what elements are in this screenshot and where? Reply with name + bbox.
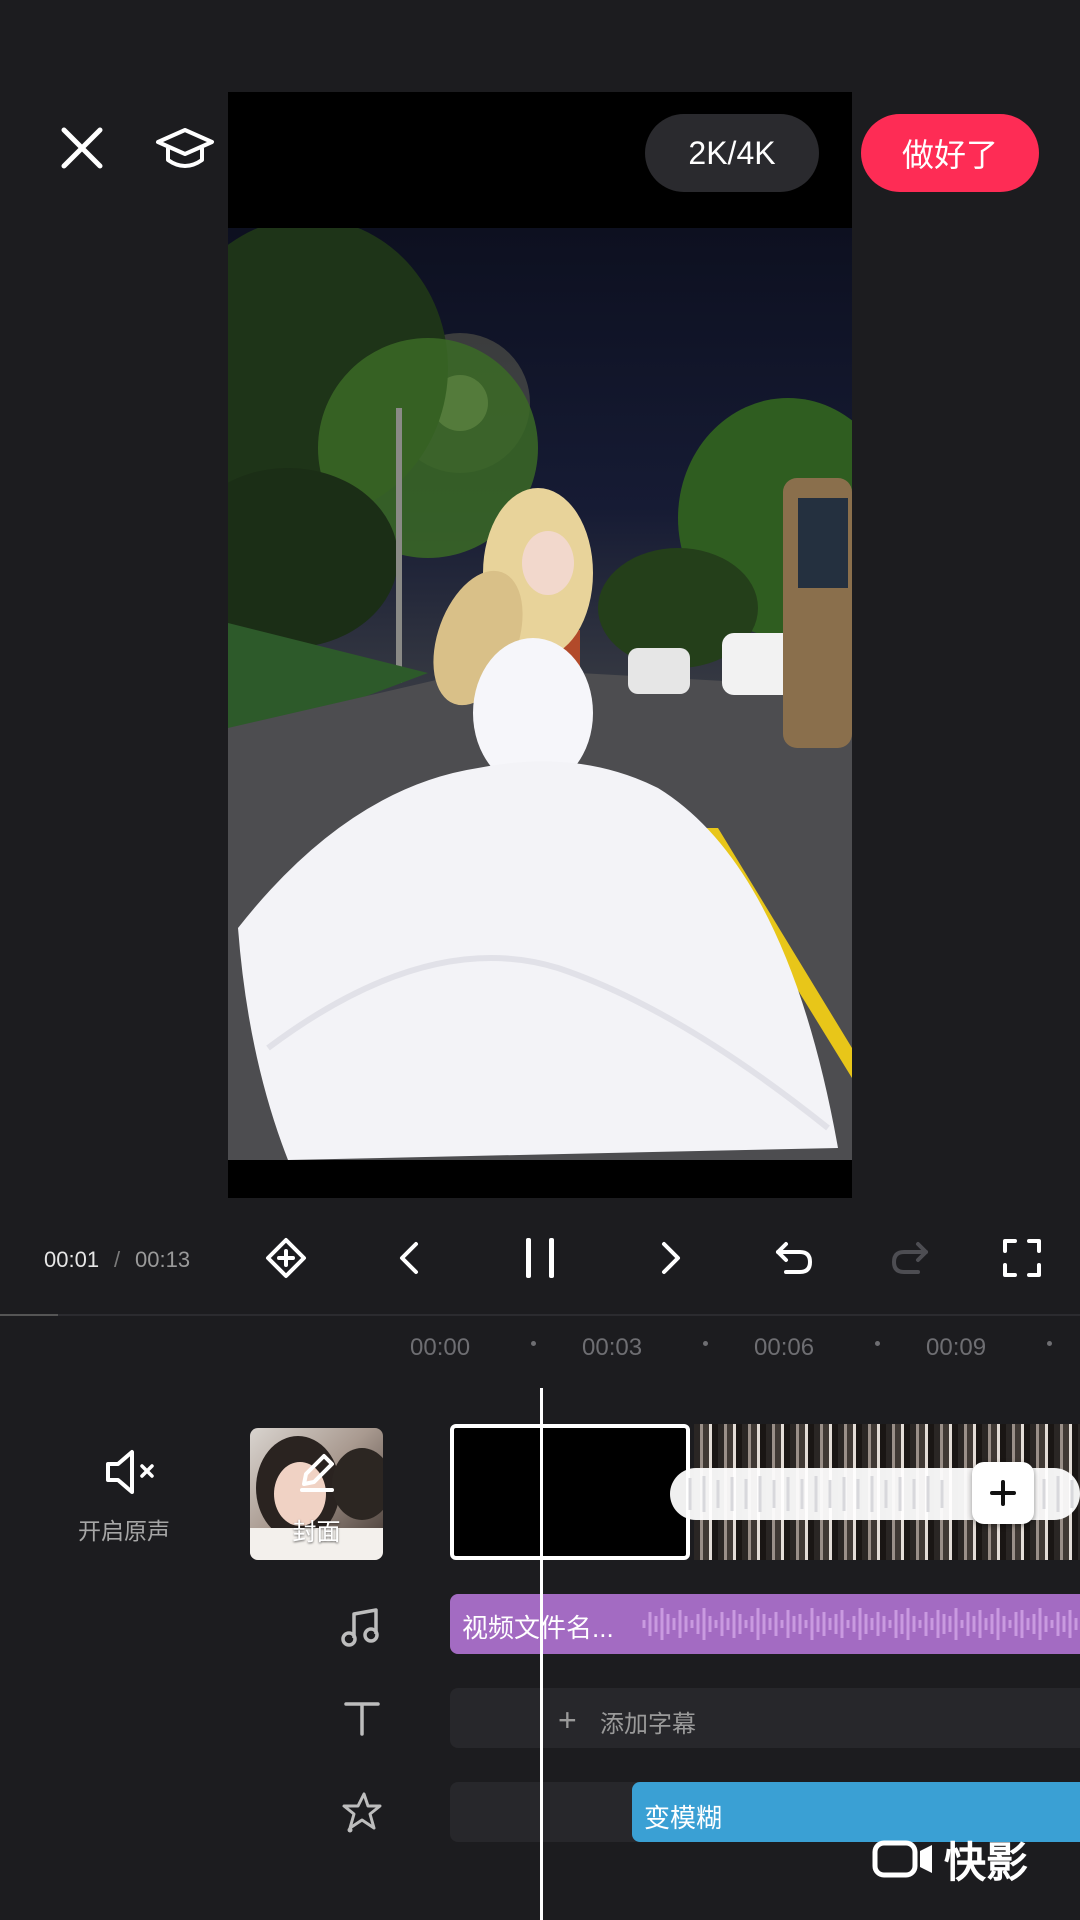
time-separator: / bbox=[114, 1247, 121, 1272]
effect-icon bbox=[342, 1792, 382, 1833]
ruler-tick: 00:06 bbox=[754, 1334, 815, 1361]
prev-frame-button[interactable] bbox=[380, 1228, 440, 1288]
ruler-dot bbox=[531, 1341, 536, 1346]
video-frame-image bbox=[228, 228, 852, 1160]
graduation-cap-icon bbox=[156, 128, 214, 168]
redo-icon bbox=[891, 1242, 928, 1274]
keyframe-icon bbox=[266, 1238, 306, 1278]
add-subtitle-plus: + bbox=[558, 1702, 577, 1738]
text-track-button[interactable] bbox=[340, 1696, 384, 1740]
add-clip-button[interactable] bbox=[972, 1462, 1034, 1524]
redo-button[interactable] bbox=[880, 1228, 940, 1288]
ruler-dot bbox=[875, 1341, 880, 1346]
video-preview[interactable] bbox=[228, 92, 852, 1198]
plus-icon bbox=[990, 1480, 1016, 1506]
ruler-tick: 00:03 bbox=[582, 1334, 643, 1361]
ruler-dot bbox=[703, 1341, 708, 1346]
resolution-button[interactable]: 2K/4K bbox=[645, 114, 819, 192]
text-icon bbox=[344, 1702, 380, 1736]
next-frame-button[interactable] bbox=[640, 1228, 700, 1288]
undo-button[interactable] bbox=[764, 1228, 824, 1288]
close-icon bbox=[61, 127, 103, 169]
edit-cover-icon-wrap bbox=[294, 1448, 340, 1499]
pause-icon bbox=[526, 1238, 554, 1278]
next-frame-icon bbox=[662, 1242, 680, 1274]
mute-original-label: 开启原声 bbox=[78, 1518, 170, 1544]
timeline-divider bbox=[0, 1314, 1080, 1316]
add-subtitle-button[interactable]: + 添加字幕 bbox=[450, 1688, 1080, 1748]
edit-icon bbox=[300, 1454, 334, 1492]
undo-icon bbox=[776, 1242, 813, 1274]
ruler-dot bbox=[1047, 1341, 1052, 1346]
fullscreen-icon bbox=[1003, 1239, 1041, 1277]
mute-original-button[interactable] bbox=[98, 1444, 162, 1500]
total-time: 00:13 bbox=[135, 1247, 191, 1272]
app-watermark: 快影 bbox=[872, 1834, 1028, 1886]
watermark-text: 快影 bbox=[944, 1838, 1029, 1886]
current-time: 00:01 bbox=[44, 1247, 100, 1272]
close-button[interactable] bbox=[52, 118, 112, 178]
playhead[interactable] bbox=[540, 1388, 543, 1920]
audio-clip[interactable]: 视频文件名... bbox=[450, 1594, 1080, 1654]
video-frame bbox=[228, 228, 852, 1160]
fullscreen-button[interactable] bbox=[992, 1228, 1052, 1288]
keyframe-button[interactable] bbox=[256, 1228, 316, 1288]
music-track-button[interactable] bbox=[338, 1604, 384, 1650]
cover-button[interactable]: 封面 bbox=[250, 1428, 383, 1560]
effect-track-button[interactable] bbox=[340, 1790, 386, 1836]
playback-progress bbox=[0, 1314, 58, 1316]
music-icon bbox=[341, 1608, 379, 1647]
ruler-tick: 00:09 bbox=[926, 1334, 987, 1361]
effect-clip-label: 变模糊 bbox=[644, 1803, 723, 1833]
add-subtitle-label: 添加字幕 bbox=[600, 1711, 696, 1738]
audio-waveform bbox=[642, 1608, 1078, 1640]
cover-label: 封面 bbox=[292, 1519, 341, 1546]
tutorial-button[interactable] bbox=[150, 118, 220, 178]
mute-icon bbox=[106, 1450, 154, 1494]
pause-button[interactable] bbox=[510, 1228, 570, 1288]
video-clip-selected[interactable] bbox=[450, 1424, 690, 1560]
prev-frame-icon bbox=[400, 1242, 418, 1274]
audio-clip-label: 视频文件名... bbox=[462, 1613, 614, 1643]
ruler-tick: 00:00 bbox=[410, 1334, 471, 1361]
kuaiying-logo-icon bbox=[872, 1840, 932, 1878]
done-button[interactable]: 做好了 bbox=[861, 114, 1039, 192]
